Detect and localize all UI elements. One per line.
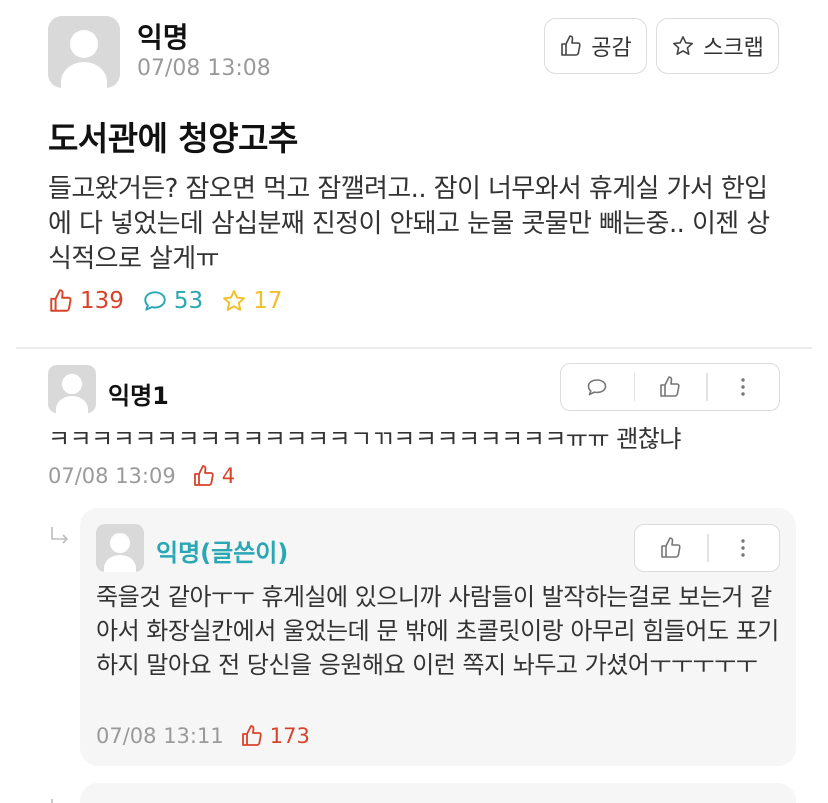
comment-meta: 07/08 13:09 4 xyxy=(48,464,235,488)
like-comment-button[interactable] xyxy=(633,364,707,410)
reply-text: 죽을것 같아ㅜㅜ 휴게실에 있으니까 사람들이 발작하는걸로 보는거 같아서 화… xyxy=(96,583,779,679)
post-like-count-value: 139 xyxy=(80,288,124,314)
comment-like-count-value: 4 xyxy=(221,464,236,488)
post-comment-count: 53 xyxy=(142,288,203,314)
comment-timestamp: 07/08 13:09 xyxy=(48,464,176,488)
reply-meta: 07/08 13:11 173 xyxy=(96,724,310,748)
reply-like-count: 173 xyxy=(240,724,310,748)
speech-bubble-icon xyxy=(144,291,166,311)
reply-arrow-icon xyxy=(51,527,69,544)
post-like-count: 139 xyxy=(48,288,124,314)
star-icon xyxy=(673,36,694,55)
scrap-post-button[interactable]: 스크랩 xyxy=(656,18,779,74)
comment-author-avatar xyxy=(48,365,96,413)
next-reply-container xyxy=(80,783,796,803)
comment-more-button[interactable] xyxy=(706,364,779,410)
like-post-button-label: 공감 xyxy=(591,36,632,61)
thumbs-up-icon xyxy=(661,537,681,558)
like-reply-button[interactable] xyxy=(635,525,707,571)
post-divider xyxy=(16,347,812,349)
comment-author-name: 익명1 xyxy=(108,382,169,410)
thumbs-up-icon xyxy=(241,725,262,746)
reply-action-bar xyxy=(634,524,780,572)
reply-more-button[interactable] xyxy=(707,525,779,571)
reply-comment-button[interactable] xyxy=(561,364,634,410)
post-body: 들고왔거든? 잠오면 먹고 잠깰려고.. 잠이 너무와서 휴게실 가서 한입에 … xyxy=(48,174,770,274)
post-author-avatar xyxy=(48,16,120,88)
post-title: 도서관에 청양고추 xyxy=(48,119,298,158)
reply-author-avatar xyxy=(96,524,144,572)
thumbs-up-icon xyxy=(193,465,214,486)
like-post-button[interactable]: 공감 xyxy=(544,18,647,74)
speech-bubble-icon xyxy=(588,379,607,396)
post-comment-count-value: 53 xyxy=(173,288,204,314)
comment-like-count: 4 xyxy=(192,464,235,488)
post-scrap-count-value: 17 xyxy=(253,288,283,314)
thumbs-up-icon xyxy=(561,35,581,56)
thumbs-up-icon xyxy=(660,376,680,397)
reply-arrow-icon xyxy=(51,799,53,803)
reply-like-count-value: 173 xyxy=(269,724,310,748)
scrap-post-button-label: 스크랩 xyxy=(703,36,764,61)
comment-text: ㅋㅋㅋㅋㅋㅋㅋㅋㅋㅋㅋㅋㅋㅋㄱㄲㅋㅋㅋㅋㅋㅋㅋㅋㅠㅠ 괜찮냐 xyxy=(48,425,681,453)
post-timestamp: 07/08 13:08 xyxy=(137,56,271,81)
post-stats: 139 53 17 xyxy=(48,288,300,314)
comment-action-bar xyxy=(560,363,780,411)
more-vertical-icon xyxy=(740,378,745,396)
reply-timestamp: 07/08 13:11 xyxy=(96,724,224,748)
more-vertical-icon xyxy=(741,539,745,557)
post-author-name: 익명 xyxy=(137,21,189,54)
star-icon xyxy=(223,290,246,311)
thumbs-up-icon xyxy=(50,289,72,312)
reply-author-name: 익명(글쓴이) xyxy=(156,539,289,567)
post-scrap-count: 17 xyxy=(221,288,282,314)
